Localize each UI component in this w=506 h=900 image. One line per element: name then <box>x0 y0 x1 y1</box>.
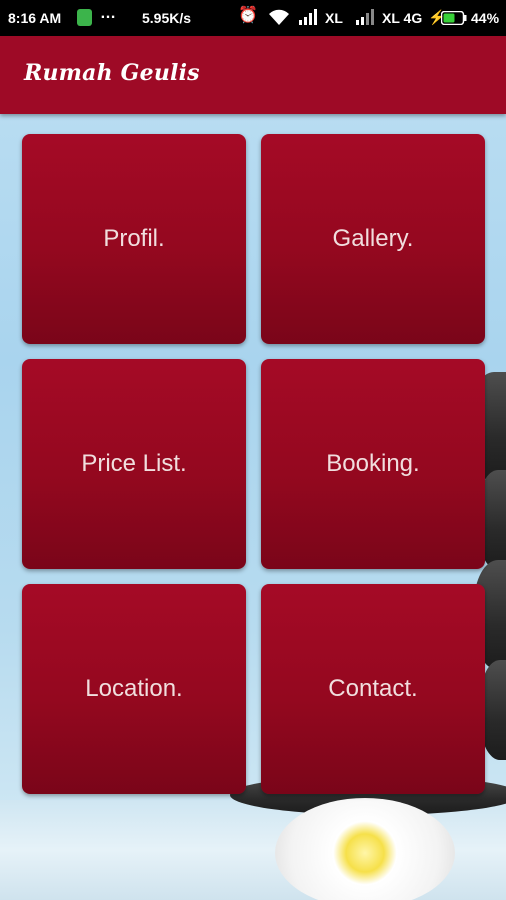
contact-label: Contact. <box>328 675 418 702</box>
price-list-label: Price List. <box>81 450 187 477</box>
status-bar: 8:16 AM … 5.95K/s ⏰ XL XL 4G ⚡ 44% <box>0 0 506 36</box>
booking-label: Booking. <box>326 450 420 477</box>
contact-button[interactable]: Contact. <box>261 584 485 794</box>
app-bar: Rumah Geulis <box>0 36 506 114</box>
network-speed: 5.95K/s <box>142 10 192 26</box>
gallery-button[interactable]: Gallery. <box>261 134 485 344</box>
signal-icon-2 <box>356 9 376 28</box>
status-time: 8:16 AM <box>8 10 62 26</box>
wifi-icon <box>268 8 290 29</box>
more-notifications-icon: … <box>100 5 116 22</box>
app-notification-icon <box>77 9 92 26</box>
signal-icon-1 <box>299 9 319 28</box>
battery-icon <box>440 10 467 28</box>
profil-label: Profil. <box>103 225 165 252</box>
profil-button[interactable]: Profil. <box>22 134 246 344</box>
location-button[interactable]: Location. <box>22 584 246 794</box>
carrier-1: XL <box>325 10 343 26</box>
app-title: Rumah Geulis <box>24 60 200 86</box>
gallery-label: Gallery. <box>332 225 414 252</box>
carrier-2: XL 4G <box>382 10 423 26</box>
screen: 8:16 AM … 5.95K/s ⏰ XL XL 4G ⚡ 44% Rumah… <box>0 0 506 900</box>
booking-button[interactable]: Booking. <box>261 359 485 569</box>
frangipani-flower-image <box>275 798 455 900</box>
alarm-icon: ⏰ <box>238 7 258 24</box>
battery-level: 44% <box>471 10 500 26</box>
location-label: Location. <box>85 675 183 702</box>
price-list-button[interactable]: Price List. <box>22 359 246 569</box>
